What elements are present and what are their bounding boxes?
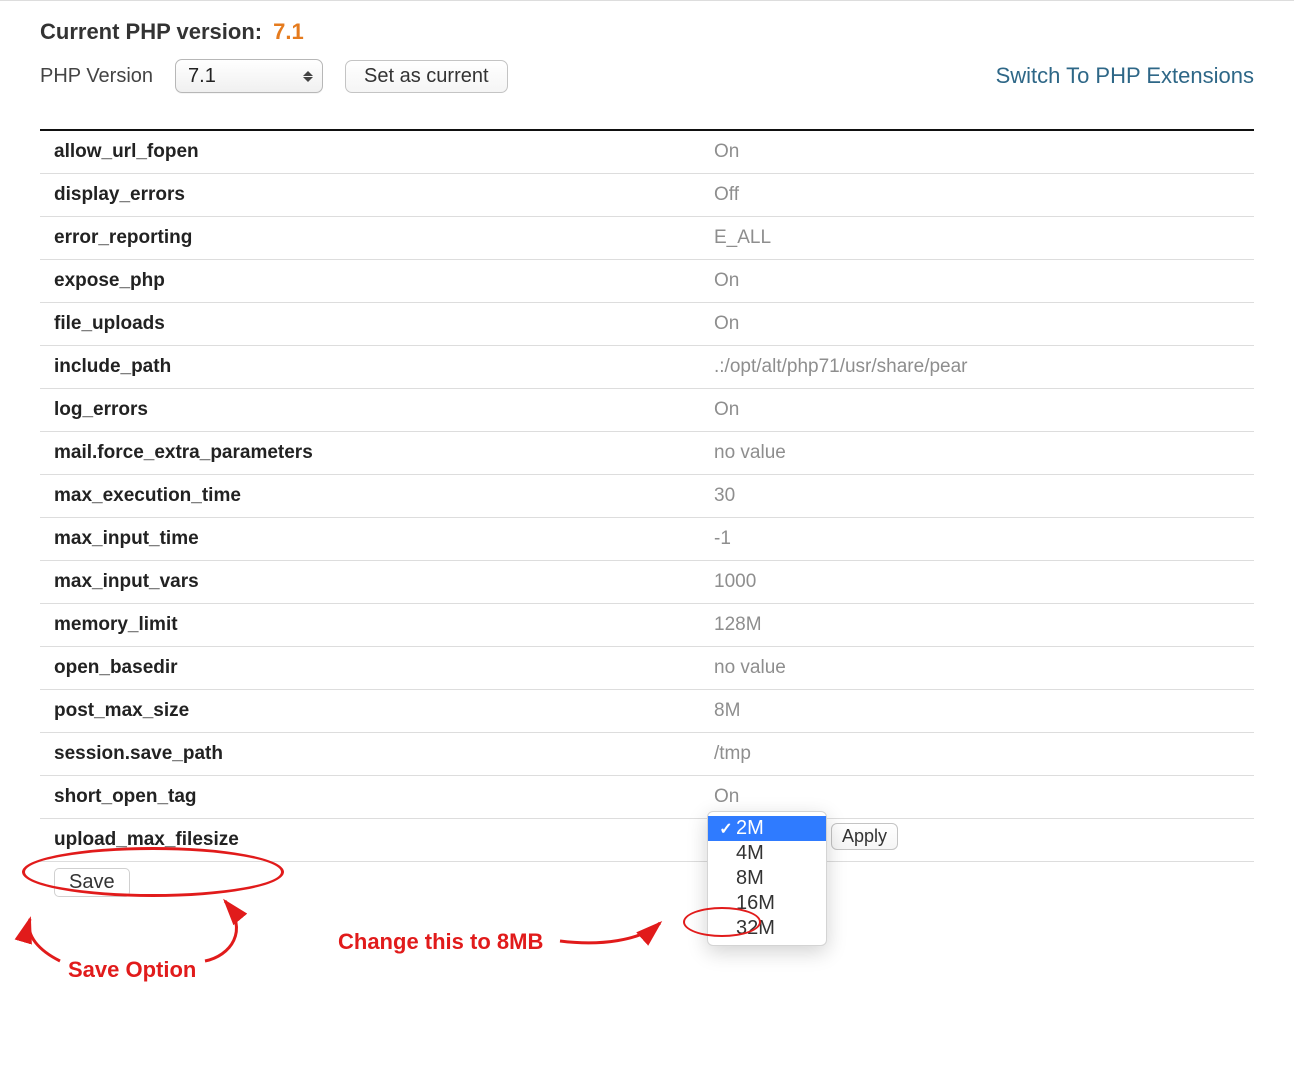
option-row: short_open_tagOn — [40, 776, 1254, 819]
option-value[interactable]: /tmp — [714, 743, 1254, 765]
dropdown-option[interactable]: 32M — [708, 916, 826, 941]
option-value[interactable]: E_ALL — [714, 227, 1254, 249]
php-version-label: PHP Version — [40, 65, 153, 88]
php-options-table: allow_url_fopenOndisplay_errorsOfferror_… — [40, 129, 1254, 862]
option-value[interactable]: On — [714, 141, 1254, 163]
option-name: include_path — [54, 356, 714, 378]
option-value[interactable]: .:/opt/alt/php71/usr/share/pear — [714, 356, 1254, 378]
check-icon: ✓ — [716, 819, 736, 839]
dropdown-option[interactable]: ✓2M — [708, 816, 826, 841]
option-name: log_errors — [54, 399, 714, 421]
annotation-text-change: Change this to 8MB — [338, 929, 543, 955]
save-button[interactable]: Save — [54, 868, 130, 897]
option-row: max_execution_time30 — [40, 475, 1254, 518]
option-row: file_uploadsOn — [40, 303, 1254, 346]
option-name: error_reporting — [54, 227, 714, 249]
option-value[interactable]: 30 — [714, 485, 1254, 507]
option-value[interactable]: no value — [714, 657, 1254, 679]
upload-max-filesize-dropdown[interactable]: ✓2M4M8M16M32M — [707, 811, 827, 946]
option-name: short_open_tag — [54, 786, 714, 808]
dropdown-option-label: 32M — [736, 917, 775, 940]
option-value[interactable]: On — [714, 786, 1254, 808]
option-row: include_path.:/opt/alt/php71/usr/share/p… — [40, 346, 1254, 389]
option-name: session.save_path — [54, 743, 714, 765]
set-as-current-button[interactable]: Set as current — [345, 60, 508, 93]
option-value[interactable]: 1000 — [714, 571, 1254, 593]
option-name: post_max_size — [54, 700, 714, 722]
dropdown-option[interactable]: 16M — [708, 891, 826, 916]
dropdown-option-label: 2M — [736, 817, 764, 840]
option-row: allow_url_fopenOn — [40, 131, 1254, 174]
annotation-text-save: Save Option — [68, 957, 196, 983]
option-row: open_basedirno value — [40, 647, 1254, 690]
dropdown-option-label: 4M — [736, 842, 764, 865]
option-row: post_max_size8M — [40, 690, 1254, 733]
php-version-select-value: 7.1 — [188, 65, 216, 88]
option-name: open_basedir — [54, 657, 714, 679]
option-row: error_reportingE_ALL — [40, 217, 1254, 260]
option-name: display_errors — [54, 184, 714, 206]
dropdown-option-label: 16M — [736, 892, 775, 915]
option-name: mail.force_extra_parameters — [54, 442, 714, 464]
option-row: display_errorsOff — [40, 174, 1254, 217]
option-row: max_input_vars1000 — [40, 561, 1254, 604]
option-row: memory_limit128M — [40, 604, 1254, 647]
current-version-value: 7.1 — [273, 19, 304, 44]
option-name: expose_php — [54, 270, 714, 292]
option-name: max_execution_time — [54, 485, 714, 507]
option-value[interactable]: 128M — [714, 614, 1254, 636]
option-value[interactable]: 8M — [714, 700, 1254, 722]
option-value[interactable]: On — [714, 313, 1254, 335]
option-value[interactable]: On — [714, 270, 1254, 292]
dropdown-option[interactable]: 4M — [708, 841, 826, 866]
php-version-select[interactable]: 7.1 — [175, 59, 323, 93]
option-value[interactable]: On — [714, 399, 1254, 421]
option-name: file_uploads — [54, 313, 714, 335]
option-row: log_errorsOn — [40, 389, 1254, 432]
option-value[interactable]: no value — [714, 442, 1254, 464]
option-name: max_input_time — [54, 528, 714, 550]
option-name: upload_max_filesize — [54, 829, 714, 851]
option-row: expose_phpOn — [40, 260, 1254, 303]
option-row: session.save_path/tmp — [40, 733, 1254, 776]
option-name: max_input_vars — [54, 571, 714, 593]
option-name: memory_limit — [54, 614, 714, 636]
option-name: allow_url_fopen — [54, 141, 714, 163]
dropdown-option[interactable]: 8M — [708, 866, 826, 891]
option-value[interactable]: Off — [714, 184, 1254, 206]
option-row: upload_max_filesize✓2M4M8M16M32MApply — [40, 819, 1254, 862]
current-version-label: Current PHP version: — [40, 19, 262, 44]
current-version-line: Current PHP version: 7.1 — [40, 19, 1254, 45]
apply-button[interactable]: Apply — [831, 823, 898, 850]
dropdown-option-label: 8M — [736, 867, 764, 890]
option-row: mail.force_extra_parametersno value — [40, 432, 1254, 475]
option-value[interactable]: -1 — [714, 528, 1254, 550]
option-row: max_input_time-1 — [40, 518, 1254, 561]
switch-to-extensions-link[interactable]: Switch To PHP Extensions — [996, 63, 1254, 89]
updown-arrows-icon — [300, 65, 316, 87]
